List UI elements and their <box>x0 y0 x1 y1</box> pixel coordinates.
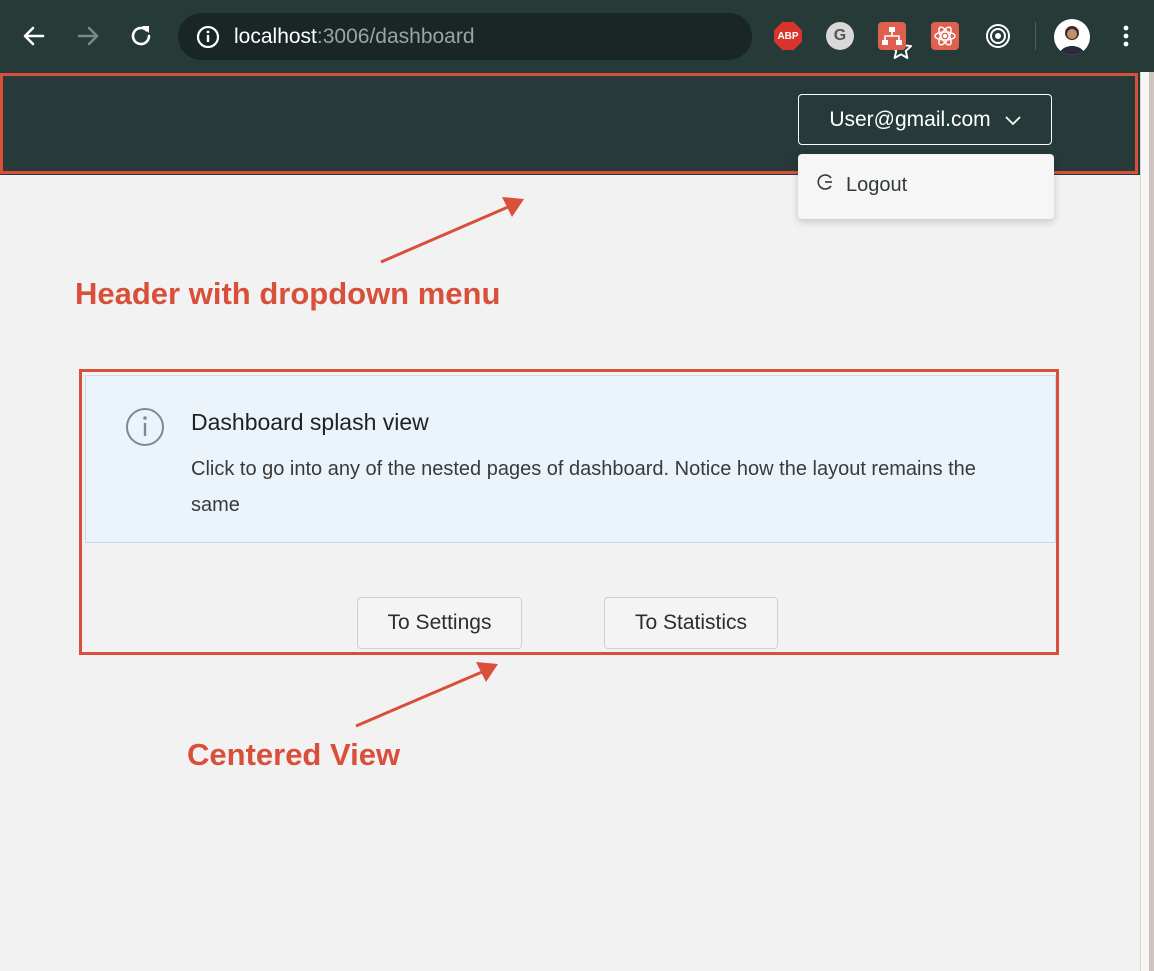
logout-label: Logout <box>846 173 908 196</box>
sitemap-extension-icon[interactable] <box>878 22 906 50</box>
logout-menu-item[interactable]: Logout <box>816 173 907 197</box>
reload-icon[interactable] <box>127 22 155 50</box>
url-path: :3006/dashboard <box>316 25 475 48</box>
forward-arrow-icon[interactable] <box>74 22 102 50</box>
grammarly-extension-icon[interactable]: G <box>826 22 854 50</box>
address-bar[interactable]: localhost:3006/dashboard <box>178 13 913 60</box>
url-host: localhost <box>234 25 317 48</box>
grammarly-label: G <box>833 27 847 44</box>
abp-label: ABP <box>777 30 799 42</box>
toolbar-divider <box>1035 22 1036 50</box>
info-circle-icon <box>124 406 166 453</box>
user-dropdown-button[interactable]: User@gmail.com <box>798 94 1052 145</box>
chevron-down-icon <box>1005 108 1021 132</box>
logout-icon <box>816 173 834 197</box>
react-devtools-extension-icon[interactable] <box>931 22 959 50</box>
to-settings-button[interactable]: To Settings <box>357 597 522 649</box>
centered-view: Dashboard splash view Click to go into a… <box>79 369 1059 655</box>
alert-body: Click to go into any of the nested pages… <box>191 458 976 516</box>
alert-title: Dashboard splash view <box>191 409 429 435</box>
header-annotation-label: Header with dropdown menu <box>75 276 501 311</box>
adblock-extension-icon[interactable]: ABP <box>774 22 802 50</box>
back-arrow-icon[interactable] <box>20 22 48 50</box>
page-scrollbar[interactable] <box>1140 72 1154 971</box>
user-email: User@gmail.com <box>829 107 991 131</box>
profile-avatar[interactable] <box>1054 19 1090 55</box>
user-dropdown-menu: Logout <box>798 154 1054 219</box>
center-annotation-label: Centered View <box>187 737 401 772</box>
target-extension-icon[interactable] <box>984 22 1012 50</box>
kebab-menu-icon[interactable] <box>1116 22 1136 50</box>
url-text[interactable]: localhost:3006/dashboard <box>234 25 475 49</box>
splash-alert: Dashboard splash view Click to go into a… <box>85 375 1056 543</box>
browser-toolbar: localhost:3006/dashboard ABP G <box>0 0 1154 72</box>
to-statistics-button[interactable]: To Statistics <box>604 597 778 649</box>
site-info-icon[interactable] <box>196 25 220 54</box>
